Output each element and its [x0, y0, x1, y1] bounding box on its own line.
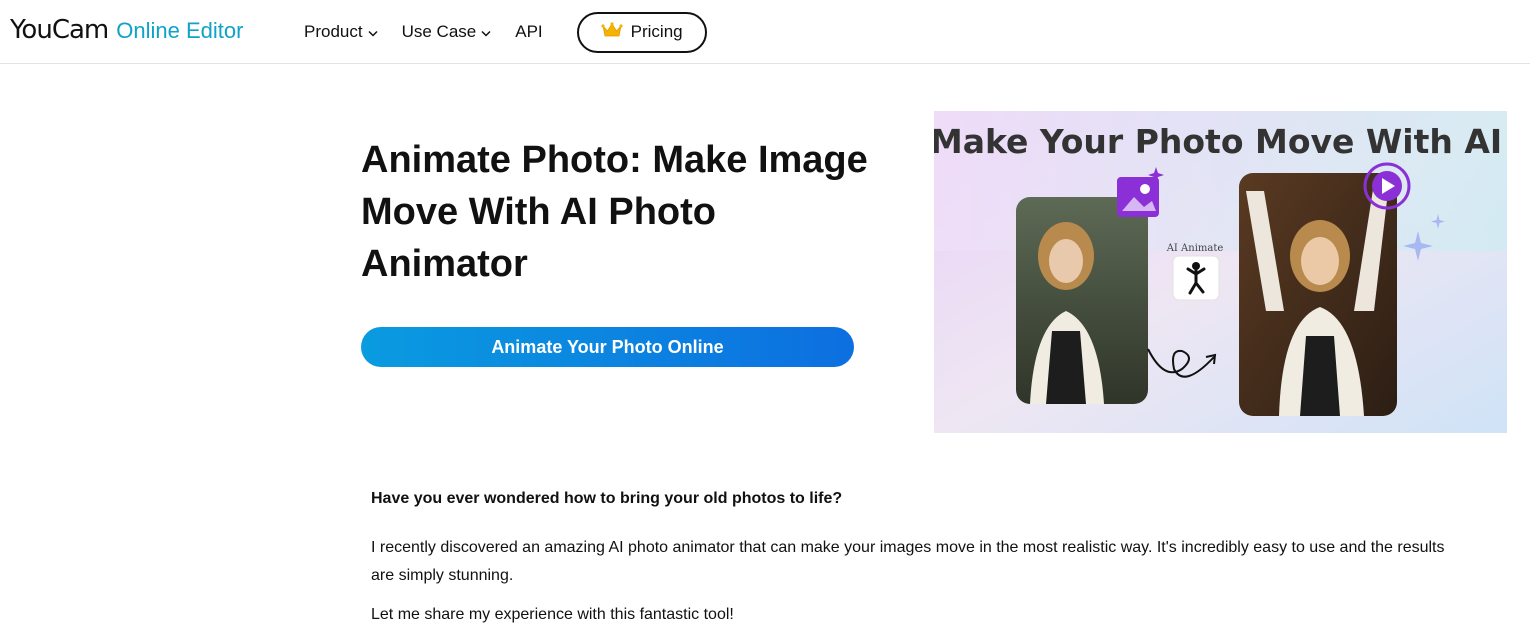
animate-photo-button[interactable]: Animate Your Photo Online — [361, 327, 854, 367]
ai-animate-label: AI Animate — [1166, 243, 1224, 254]
after-photo — [1239, 173, 1397, 416]
main-nav: Product Use Case API Pricing — [304, 11, 707, 53]
logo-brand: YouCam — [10, 15, 109, 45]
pricing-button[interactable]: Pricing — [576, 11, 707, 53]
nav-api-label: API — [515, 22, 543, 41]
banner-headline: Make Your Photo Move With AI — [934, 122, 1502, 161]
chevron-down-icon — [368, 22, 378, 42]
chevron-down-icon — [481, 22, 491, 42]
site-header: YouCam Online Editor Product Use Case AP… — [0, 0, 1530, 64]
page-title: Animate Photo: Make Image Move With AI P… — [361, 139, 868, 285]
nav-product-label: Product — [304, 22, 363, 41]
crown-icon — [601, 21, 623, 43]
intro-question: Have you ever wondered how to bring your… — [371, 490, 843, 507]
before-photo — [1016, 197, 1148, 404]
logo[interactable]: YouCam Online Editor — [10, 15, 243, 51]
hero-banner-image: Make Your Photo Move With AI AI Animate — [934, 111, 1507, 433]
nav-api[interactable]: API — [515, 12, 542, 52]
intro-closing: Let me share my experience with this fan… — [371, 606, 734, 623]
nav-product[interactable]: Product — [304, 12, 378, 52]
nav-use-case-label: Use Case — [401, 22, 477, 41]
nav-use-case[interactable]: Use Case — [402, 12, 492, 52]
dancing-figure-icon — [1172, 255, 1220, 301]
logo-subtitle: Online Editor — [116, 18, 244, 43]
pricing-label: Pricing — [630, 22, 683, 41]
intro-paragraph: I recently discovered an amazing AI phot… — [371, 539, 1445, 584]
